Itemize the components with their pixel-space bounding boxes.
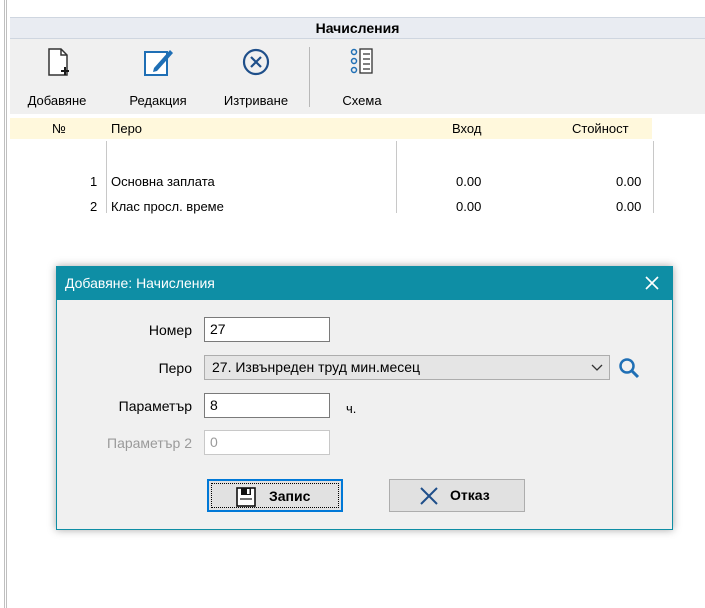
add-dialog: Добавяне: Начисления Номер 27 Перо 27. И… [56,266,673,530]
save-disk-icon [236,487,256,507]
new-document-icon [48,48,69,76]
close-icon[interactable] [642,273,662,293]
table-row[interactable]: 1 Основна заплата 0.00 0.00 [10,172,660,192]
dialog-title: Добавяне: Начисления [65,275,215,291]
add-label: Добавяне [27,93,87,108]
item-select[interactable]: 27. Извънреден труд мин.месец [204,355,610,380]
cancel-x-icon [420,487,438,505]
table-row[interactable]: 2 Клас просл. време 0.00 0.00 [10,197,660,217]
number-label: Номер [148,322,192,338]
grid-body: 1 Основна заплата 0.00 0.00 2 Клас просл… [10,139,660,219]
cancel-button[interactable]: Отказ [389,479,525,512]
scheme-label: Схема [342,93,382,108]
row-value: 0.00 [616,174,642,189]
row-item: Клас просл. време [111,199,224,214]
chevron-down-icon [591,364,603,371]
dialog-titlebar: Добавяне: Начисления [57,267,672,300]
toolbar: Добавяне Редакция Изтриване Схема [10,39,705,114]
parameter-unit: ч. [346,401,357,416]
delete-label: Изтриване [223,93,289,108]
row-input: 0.00 [456,199,482,214]
cancel-label: Отказ [450,487,490,503]
save-label: Запис [269,488,311,504]
parameter2-field[interactable]: 0 [204,430,330,455]
parameter-field[interactable]: 8 [204,393,330,418]
delete-circle-x-icon [242,48,270,76]
row-item: Основна заплата [111,174,215,189]
column-header-input[interactable]: Вход [452,121,481,136]
column-header-item[interactable]: Перо [111,121,142,136]
left-border [4,0,7,608]
row-number: 1 [90,174,98,189]
edit-pencil-icon [144,50,173,76]
item-select-value: 27. Извънреден труд мин.месец [212,359,421,375]
column-header-number[interactable]: № [52,121,66,136]
edit-label: Редакция [129,93,187,108]
add-button[interactable]: Добавяне [16,45,98,111]
row-number: 2 [90,199,98,214]
delete-button[interactable]: Изтриване [208,45,304,111]
toolbar-separator [309,47,310,107]
scheme-button[interactable]: Схема [331,45,393,111]
save-button[interactable]: Запис [207,479,343,512]
parameter-label: Параметър [118,398,192,414]
parameter2-label: Параметър 2 [107,435,192,451]
grid-header: № Перо Вход Стойност [10,118,652,139]
column-header-value[interactable]: Стойност [572,121,629,136]
search-icon[interactable] [617,356,641,380]
scheme-tree-icon [350,48,373,74]
item-label: Перо [158,360,192,376]
row-input: 0.00 [456,174,482,189]
row-value: 0.00 [616,199,642,214]
edit-button[interactable]: Редакция [118,45,198,111]
window-title: Начисления [10,17,705,39]
number-field[interactable]: 27 [204,317,330,342]
